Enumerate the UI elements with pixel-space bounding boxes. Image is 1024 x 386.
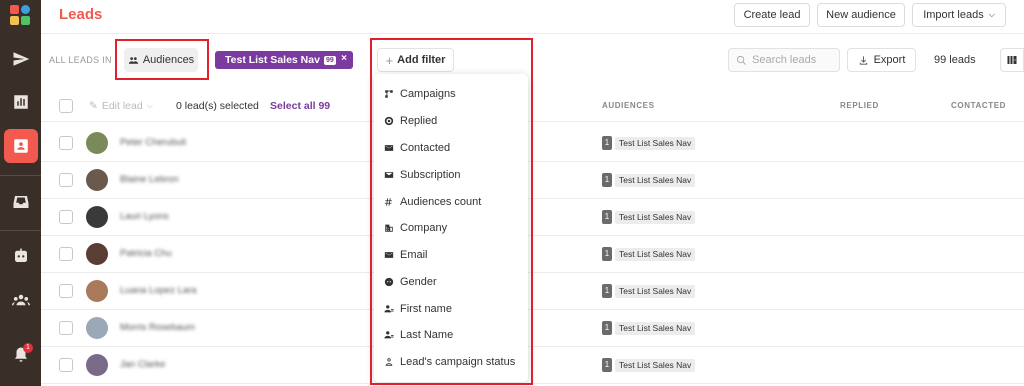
search-placeholder: Search leads bbox=[752, 54, 817, 66]
audience-tag-label: Test List Sales Nav bbox=[615, 173, 696, 187]
chip-label: Test List Sales Nav bbox=[225, 54, 320, 66]
bot-icon[interactable] bbox=[0, 241, 41, 271]
audience-tag: 1 Test List Sales Nav bbox=[602, 358, 696, 372]
audience-tag: 1 Test List Sales Nav bbox=[602, 247, 696, 261]
selected-count: 0 lead(s) selected bbox=[176, 100, 259, 112]
search-icon bbox=[736, 55, 746, 65]
search-input[interactable]: Search leads bbox=[728, 48, 840, 72]
new-audience-label: New audience bbox=[826, 9, 896, 21]
highlight-box bbox=[370, 38, 533, 385]
chevron-down-icon: ⌵ bbox=[146, 101, 153, 110]
create-lead-label: Create lead bbox=[743, 9, 801, 21]
inbox-icon[interactable] bbox=[0, 187, 41, 217]
row-checkbox[interactable] bbox=[59, 284, 73, 298]
team-icon[interactable] bbox=[0, 285, 41, 315]
leads-icon[interactable] bbox=[4, 129, 38, 163]
page-title: Leads bbox=[59, 6, 103, 23]
lead-name[interactable]: Peter Cherubuli bbox=[120, 137, 186, 148]
avatar bbox=[86, 243, 108, 265]
audience-tag-count: 1 bbox=[602, 284, 612, 298]
audience-tag: 1 Test List Sales Nav bbox=[602, 210, 696, 224]
audience-tag: 1 Test List Sales Nav bbox=[602, 136, 696, 150]
import-leads-label: Import leads bbox=[923, 9, 984, 21]
lead-name[interactable]: Morris Rosebaum bbox=[120, 322, 195, 333]
audience-tag-count: 1 bbox=[602, 136, 612, 150]
send-icon[interactable] bbox=[0, 44, 41, 74]
audience-tag-count: 1 bbox=[602, 210, 612, 224]
row-checkbox[interactable] bbox=[59, 136, 73, 150]
analytics-icon[interactable] bbox=[0, 87, 41, 117]
audience-tag-label: Test List Sales Nav bbox=[615, 247, 696, 261]
lead-name[interactable]: Luana Lopez Lara bbox=[120, 285, 197, 296]
audience-tag-count: 1 bbox=[602, 247, 612, 261]
audience-tag-label: Test List Sales Nav bbox=[615, 284, 696, 298]
sidebar: 1 bbox=[0, 0, 41, 386]
lead-name[interactable]: Lauri Lyons bbox=[120, 211, 169, 222]
chip-remove-icon[interactable]: × bbox=[341, 53, 347, 64]
import-leads-button[interactable]: Import leads ⌵ bbox=[912, 3, 1006, 27]
lead-name[interactable]: Jan Clarke bbox=[120, 359, 165, 370]
audience-tag: 1 Test List Sales Nav bbox=[602, 284, 696, 298]
column-header-audiences[interactable]: AUDIENCES bbox=[602, 101, 655, 110]
export-button[interactable]: Export bbox=[847, 48, 916, 72]
edit-lead-label: Edit lead bbox=[101, 100, 143, 112]
column-header-contacted[interactable]: CONTACTED bbox=[951, 101, 1006, 110]
export-label: Export bbox=[873, 54, 906, 66]
chevron-down-icon: ⌵ bbox=[988, 10, 995, 19]
audience-tag: 1 Test List Sales Nav bbox=[602, 173, 696, 187]
audience-tag-count: 1 bbox=[602, 173, 612, 187]
row-checkbox[interactable] bbox=[59, 247, 73, 261]
all-leads-in-label: ALL LEADS IN bbox=[49, 55, 112, 65]
row-checkbox[interactable] bbox=[59, 210, 73, 224]
avatar bbox=[86, 280, 108, 302]
audience-tag: 1 Test List Sales Nav bbox=[602, 321, 696, 335]
row-checkbox[interactable] bbox=[59, 173, 73, 187]
new-audience-button[interactable]: New audience bbox=[817, 3, 905, 27]
columns-icon bbox=[1007, 56, 1017, 64]
audience-tag-label: Test List Sales Nav bbox=[615, 136, 696, 150]
app-logo[interactable] bbox=[10, 5, 31, 26]
lead-name[interactable]: Patricia Chu bbox=[120, 248, 172, 259]
lead-name[interactable]: Blaine Lebron bbox=[120, 174, 179, 185]
columns-button[interactable] bbox=[1000, 48, 1024, 72]
audience-tag-count: 1 bbox=[602, 321, 612, 335]
edit-user-icon: ✎ bbox=[89, 100, 98, 112]
select-all-link[interactable]: Select all 99 bbox=[270, 100, 330, 112]
avatar bbox=[86, 317, 108, 339]
avatar bbox=[86, 132, 108, 154]
audience-chip[interactable]: Test List Sales Nav 99 × bbox=[215, 51, 353, 69]
edit-lead-button[interactable]: ✎ Edit lead ⌵ bbox=[89, 100, 153, 112]
column-header-replied[interactable]: REPLIED bbox=[840, 101, 879, 110]
row-checkbox[interactable] bbox=[59, 358, 73, 372]
sidebar-divider bbox=[0, 230, 41, 231]
lead-count: 99 leads bbox=[934, 54, 976, 66]
avatar bbox=[86, 169, 108, 191]
select-all-checkbox[interactable] bbox=[59, 99, 73, 113]
bell-icon[interactable] bbox=[0, 340, 41, 370]
header-divider bbox=[41, 33, 1024, 34]
highlight-box bbox=[115, 39, 209, 80]
audience-tag-count: 1 bbox=[602, 358, 612, 372]
download-icon bbox=[859, 55, 867, 65]
avatar bbox=[86, 354, 108, 376]
chip-count: 99 bbox=[323, 55, 336, 65]
sidebar-divider bbox=[0, 175, 41, 176]
audience-tag-label: Test List Sales Nav bbox=[615, 210, 696, 224]
create-lead-button[interactable]: Create lead bbox=[734, 3, 810, 27]
audience-tag-label: Test List Sales Nav bbox=[615, 321, 696, 335]
avatar bbox=[86, 206, 108, 228]
row-checkbox[interactable] bbox=[59, 321, 73, 335]
notification-badge: 1 bbox=[23, 343, 33, 353]
audience-tag-label: Test List Sales Nav bbox=[615, 358, 696, 372]
